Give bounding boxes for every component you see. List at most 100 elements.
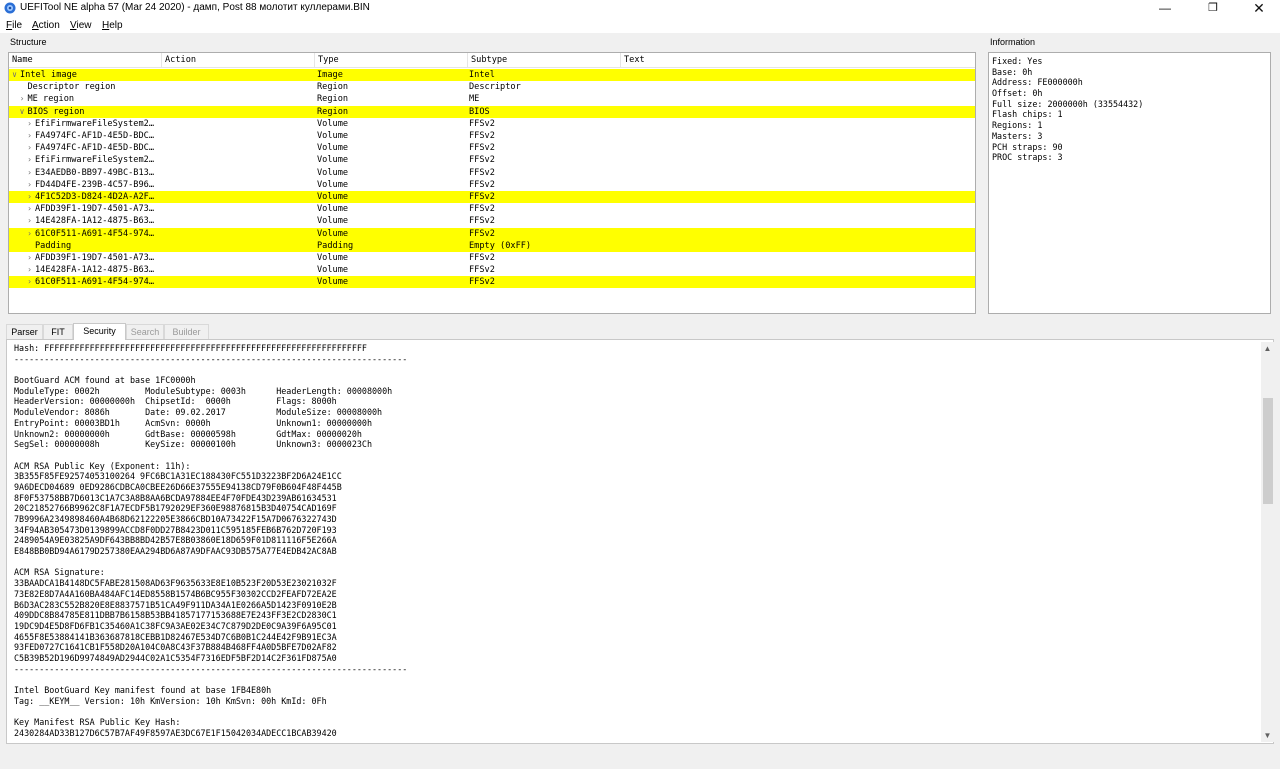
tree-cell-name: BIOS region <box>27 106 85 117</box>
tree-row[interactable]: › E34AEDB0-BB97-49BC-B13… Volume FFSv2 <box>9 167 975 179</box>
tree-row[interactable]: › EfiFirmwareFileSystem2… Volume FFSv2 <box>9 154 975 166</box>
tree-row[interactable]: Descriptor region Region Descriptor <box>9 81 975 93</box>
security-text-line: 34F94AB305473D0139899ACCD8F0DD27B8423D01… <box>14 524 337 535</box>
tree-row[interactable]: › AFDD39F1-19D7-4501-A73… Volume FFSv2 <box>9 203 975 215</box>
minimize-button[interactable]: — <box>1142 0 1188 17</box>
security-text-line: Unknown2: 00000000h GdtBase: 00000598h G… <box>14 428 362 439</box>
tree-cell-name: EfiFirmwareFileSystem2… <box>35 118 154 129</box>
scroll-thumb[interactable] <box>1263 398 1273 504</box>
security-text-line: ACM RSA Signature: <box>14 567 105 578</box>
tree-row[interactable]: ∨ BIOS region Region BIOS <box>9 105 975 118</box>
expand-right-chevron-icon[interactable]: › <box>18 93 27 105</box>
tree-cell-name: Intel image <box>20 70 77 80</box>
info-line: Flash chips: 1 <box>992 109 1063 120</box>
tree-cell-type: Image <box>317 70 343 80</box>
expand-right-chevron-icon[interactable]: › <box>25 228 34 240</box>
tree-cell-subtype: FFSv2 <box>469 143 495 154</box>
tree-row[interactable]: › ME region Region ME <box>9 93 975 105</box>
tree-cell-type: Volume <box>317 228 349 239</box>
tree-cell-type: Volume <box>317 143 349 154</box>
security-text-line: Intel BootGuard Key manifest found at ba… <box>14 685 272 695</box>
tab-security[interactable]: Security <box>73 323 126 340</box>
tree-row[interactable]: › FA4974FC-AF1D-4E5D-BDC… Volume FFSv2 <box>9 142 975 154</box>
expand-right-chevron-icon[interactable]: › <box>25 264 34 276</box>
expand-right-chevron-icon[interactable]: › <box>25 276 34 288</box>
security-text-line: 93FED0727C1641CB1F558D20A104C0A8C43F37B8… <box>14 642 337 653</box>
security-text-line: 7B9996A2349898460A4B68D62122205E3866CBD1… <box>14 514 337 524</box>
tree-cell-name: AFDD39F1-19D7-4501-A73… <box>35 204 154 215</box>
info-line: Full size: 2000000h (33554432) <box>992 98 1144 109</box>
tree-row[interactable]: ∨ Intel image Image Intel <box>9 69 975 81</box>
expand-down-chevron-icon[interactable]: ∨ <box>10 69 19 81</box>
menu-file[interactable]: File <box>6 19 22 32</box>
expand-right-chevron-icon[interactable]: › <box>25 215 34 227</box>
security-text-view[interactable]: Hash: FFFFFFFFFFFFFFFFFFFFFFFFFFFFFFFFFF… <box>9 342 1261 742</box>
tree-row[interactable]: › 14E428FA-1A12-4875-B63… Volume FFSv2 <box>9 215 975 227</box>
close-button[interactable]: ✕ <box>1236 0 1280 17</box>
menu-view[interactable]: View <box>70 19 92 32</box>
window-title: UEFITool NE alpha 57 (Mar 24 2020) - дам… <box>20 2 370 13</box>
column-action[interactable]: Action <box>162 53 315 68</box>
tree-cell-name: 4F1C52D3-D824-4D2A-A2F… <box>35 192 154 202</box>
expand-right-chevron-icon[interactable]: › <box>25 142 34 154</box>
tree-row[interactable]: › 4F1C52D3-D824-4D2A-A2F… Volume FFSv2 <box>9 191 975 203</box>
expand-right-chevron-icon[interactable]: › <box>25 252 34 264</box>
tree-header: Name Action Type Subtype Text <box>9 53 975 68</box>
menu-action[interactable]: Action <box>32 19 60 32</box>
column-text[interactable]: Text <box>621 53 975 68</box>
security-text-line <box>14 674 1261 685</box>
tree-cell-name: 14E428FA-1A12-4875-B63… <box>35 216 154 227</box>
tab-fit[interactable]: FIT <box>43 324 73 339</box>
tree-row[interactable]: › 61C0F511-A691-4F54-974… Volume FFSv2 <box>9 227 975 240</box>
info-line: Address: FE000000h <box>992 77 1083 88</box>
column-subtype[interactable]: Subtype <box>468 53 621 68</box>
security-text-line: Key Manifest RSA Public Key Hash: <box>14 717 181 728</box>
expand-right-chevron-icon[interactable]: › <box>25 203 34 215</box>
expand-right-chevron-icon[interactable]: › <box>25 191 34 203</box>
structure-tree[interactable]: Name Action Type Subtype Text ∨ Intel ima… <box>8 52 976 314</box>
expand-right-chevron-icon[interactable]: › <box>25 118 34 130</box>
tree-cell-subtype: FFSv2 <box>469 253 495 263</box>
security-text-line: ModuleVendor: 8086h Date: 09.02.2017 Mod… <box>14 407 383 418</box>
tree-cell-name: 61C0F511-A691-4F54-974… <box>35 277 154 288</box>
tree-cell-type: Volume <box>317 118 349 129</box>
tree-cell-subtype: FFSv2 <box>469 277 495 288</box>
tree-cell-type: Volume <box>317 192 349 202</box>
scroll-down-arrow-icon[interactable]: ▼ <box>1261 729 1274 742</box>
tree-cell-type: Region <box>317 82 349 93</box>
tree-row[interactable]: › EfiFirmwareFileSystem2… Volume FFSv2 <box>9 118 975 130</box>
security-tab-panel: Hash: FFFFFFFFFFFFFFFFFFFFFFFFFFFFFFFFFF… <box>6 339 1274 744</box>
tree-row[interactable]: › 61C0F511-A691-4F54-974… Volume FFSv2 <box>9 276 975 289</box>
tree-cell-name: FA4974FC-AF1D-4E5D-BDC… <box>35 143 154 154</box>
title-bar: UEFITool NE alpha 57 (Mar 24 2020) - дам… <box>0 0 1280 17</box>
menu-help[interactable]: Help <box>102 19 123 32</box>
tree-row[interactable]: › FD44D4FE-239B-4C57-B96… Volume FFSv2 <box>9 179 975 191</box>
expand-down-chevron-icon[interactable]: ∨ <box>18 106 27 118</box>
information-panel[interactable]: Fixed: Yes Base: 0h Address: FE000000h Offs… <box>988 52 1271 314</box>
tree-cell-type: Padding <box>317 240 354 251</box>
vertical-scrollbar[interactable]: ▲ ▼ <box>1261 342 1274 742</box>
tree-cell-type: Volume <box>317 265 349 276</box>
expand-right-chevron-icon[interactable]: › <box>25 130 34 142</box>
security-text-line: 73E82E8D7A4A160BA484AFC14ED8558B1574B6BC… <box>14 588 337 599</box>
expand-right-chevron-icon[interactable]: › <box>25 167 34 179</box>
column-type[interactable]: Type <box>315 53 468 68</box>
tab-parser[interactable]: Parser <box>6 324 43 339</box>
tree-row[interactable]: › AFDD39F1-19D7-4501-A73… Volume FFSv2 <box>9 252 975 264</box>
tree-cell-name: Descriptor region <box>27 82 116 93</box>
tree-row[interactable]: › FA4974FC-AF1D-4E5D-BDC… Volume FFSv2 <box>9 130 975 142</box>
tree-cell-subtype: FFSv2 <box>469 131 495 141</box>
tree-cell-name: Padding <box>35 240 72 251</box>
expand-right-chevron-icon[interactable]: › <box>25 179 34 191</box>
maximize-button[interactable]: ❐ <box>1190 0 1236 17</box>
tree-cell-subtype: FFSv2 <box>469 118 495 129</box>
tab-builder: Builder <box>164 324 209 339</box>
tree-cell-subtype: FFSv2 <box>469 265 495 276</box>
tree-row[interactable]: Padding Padding Empty (0xFF) <box>9 239 975 252</box>
expand-right-chevron-icon[interactable]: › <box>25 154 34 166</box>
tree-cell-name: 61C0F511-A691-4F54-974… <box>35 228 154 239</box>
scroll-up-arrow-icon[interactable]: ▲ <box>1261 342 1274 355</box>
tree-row[interactable]: › 14E428FA-1A12-4875-B63… Volume FFSv2 <box>9 264 975 276</box>
column-name[interactable]: Name <box>9 53 162 68</box>
tree-cell-subtype: FFSv2 <box>469 167 495 178</box>
